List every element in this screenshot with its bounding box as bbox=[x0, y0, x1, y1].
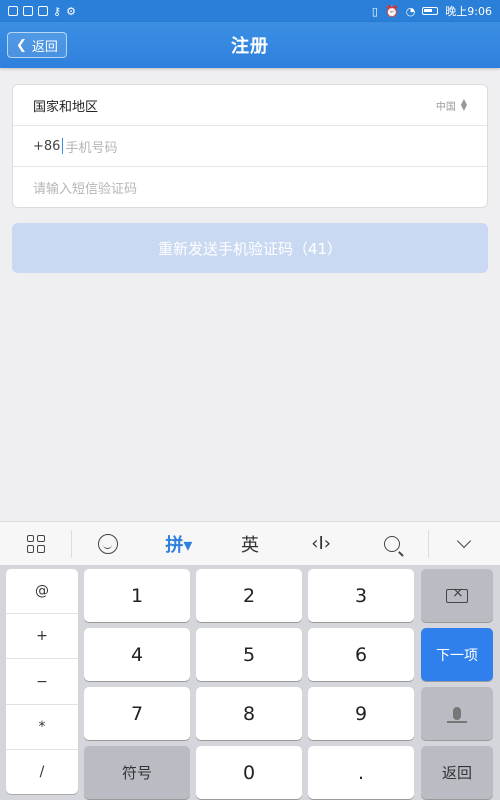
key-5[interactable]: 5 bbox=[196, 628, 302, 681]
wifi-icon: ◔ bbox=[405, 4, 416, 18]
symbol-key-minus[interactable]: − bbox=[6, 659, 78, 705]
key-dot[interactable]: . bbox=[308, 746, 414, 799]
smile-icon bbox=[97, 533, 118, 554]
sort-arrows-icon: ▲ ▼ bbox=[460, 97, 467, 112]
key-icon: ⚷ bbox=[53, 4, 62, 18]
key-3[interactable]: 3 bbox=[308, 569, 414, 622]
alarm-icon: ⏰ bbox=[384, 4, 399, 18]
symbol-key-plus[interactable]: + bbox=[6, 614, 78, 660]
status-time: 晚上9:06 bbox=[445, 5, 492, 18]
notification-icon bbox=[8, 6, 18, 16]
microphone-icon bbox=[447, 707, 467, 723]
register-form: 国家和地区 中国 ▲ ▼ +86 手机号码 请输入短信验证码 bbox=[12, 84, 488, 208]
chevron-down-icon bbox=[457, 533, 472, 548]
status-icons-right: ▯ ⏰ ◔ 晚上9:06 bbox=[372, 3, 492, 19]
key-0[interactable]: 0 bbox=[196, 746, 302, 799]
key-6[interactable]: 6 bbox=[308, 628, 414, 681]
keyboard-toolbar: 拼▾ 英 ‹I› bbox=[0, 521, 500, 565]
back-label: 返回 bbox=[31, 39, 58, 55]
numeric-keyboard: @ + − * / 1 2 3 4 5 6 下一项 7 8 9 符号 0 . 返… bbox=[0, 565, 500, 800]
phone-field[interactable]: +86 手机号码 bbox=[13, 126, 487, 167]
pinyin-mode-button[interactable]: 拼▾ bbox=[143, 522, 214, 566]
grid-menu-button[interactable] bbox=[0, 522, 71, 566]
phone-prefix: +86 bbox=[33, 138, 61, 154]
region-label: 国家和地区 bbox=[33, 99, 99, 115]
key-7[interactable]: 7 bbox=[84, 687, 190, 740]
sim-icon bbox=[38, 6, 48, 16]
sms-code-placeholder: 请输入短信验证码 bbox=[33, 182, 138, 197]
symbol-key-at[interactable]: @ bbox=[6, 569, 78, 615]
backspace-icon bbox=[446, 585, 468, 603]
region-select[interactable]: 中国 ▲ ▼ bbox=[436, 98, 467, 113]
voice-input-key[interactable] bbox=[421, 687, 493, 740]
symbol-key-slash[interactable]: / bbox=[6, 750, 78, 794]
key-2[interactable]: 2 bbox=[196, 569, 302, 622]
symbol-key-asterisk[interactable]: * bbox=[6, 705, 78, 750]
emoji-button[interactable] bbox=[72, 522, 143, 566]
symbol-column: @ + − * / bbox=[6, 569, 78, 794]
battery-icon bbox=[422, 7, 439, 15]
gear-icon: ⚙ bbox=[66, 4, 76, 18]
next-field-key[interactable]: 下一项 bbox=[421, 628, 493, 681]
backspace-key[interactable] bbox=[421, 569, 493, 622]
hide-keyboard-button[interactable] bbox=[429, 522, 500, 566]
key-8[interactable]: 8 bbox=[196, 687, 302, 740]
key-1[interactable]: 1 bbox=[84, 569, 190, 622]
phone-placeholder: 手机号码 bbox=[65, 140, 118, 156]
key-4[interactable]: 4 bbox=[84, 628, 190, 681]
key-9[interactable]: 9 bbox=[308, 687, 414, 740]
shield-icon bbox=[23, 6, 33, 16]
symbol-key[interactable]: 符号 bbox=[84, 746, 190, 799]
text-cursor bbox=[62, 138, 64, 154]
english-mode-button[interactable]: 英 bbox=[214, 522, 285, 566]
page-title: 注册 bbox=[231, 36, 269, 57]
region-value: 中国 bbox=[435, 101, 456, 113]
chevron-left-icon: ❮ bbox=[16, 37, 27, 53]
cursor-mode-button[interactable]: ‹I› bbox=[286, 522, 357, 566]
grid-icon bbox=[26, 534, 45, 553]
keyboard-back-key[interactable]: 返回 bbox=[421, 746, 493, 799]
resend-code-button[interactable]: 重新发送手机验证码（41） bbox=[12, 223, 488, 273]
vibrate-icon: ▯ bbox=[371, 4, 378, 18]
status-icons-left: ⚷ ⚙ bbox=[8, 5, 76, 18]
header: ❮ 返回 注册 bbox=[0, 22, 500, 68]
region-row[interactable]: 国家和地区 中国 ▲ ▼ bbox=[13, 85, 487, 126]
keyboard-search-button[interactable] bbox=[357, 522, 428, 566]
sms-code-field[interactable]: 请输入短信验证码 bbox=[13, 167, 487, 208]
back-button[interactable]: ❮ 返回 bbox=[7, 32, 67, 58]
search-icon bbox=[384, 535, 401, 552]
status-bar: ⚷ ⚙ ▯ ⏰ ◔ 晚上9:06 bbox=[0, 0, 500, 22]
